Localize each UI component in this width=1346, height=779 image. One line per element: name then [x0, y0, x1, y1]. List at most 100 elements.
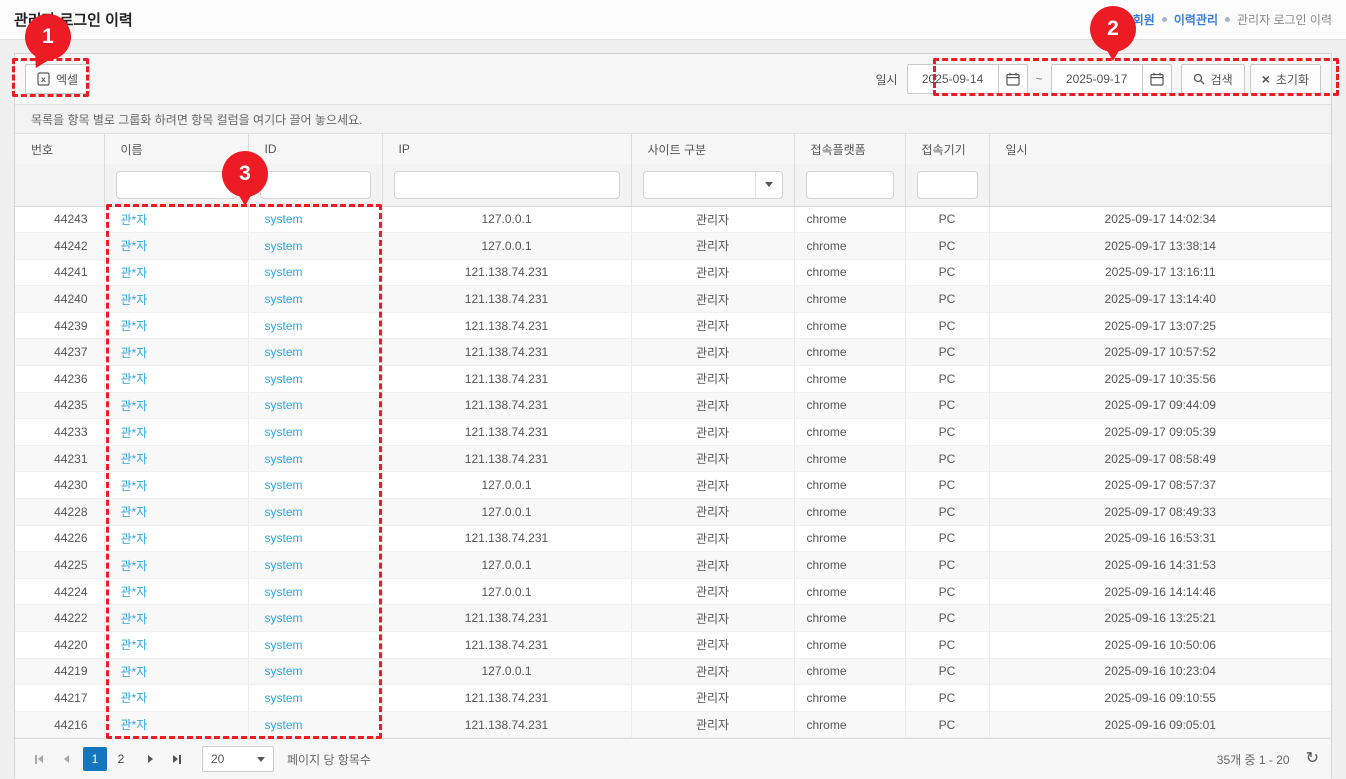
- cell-number: 44242: [15, 233, 104, 260]
- column-header[interactable]: 이름: [104, 134, 248, 164]
- pager-first-button[interactable]: [27, 747, 51, 771]
- search-button[interactable]: 검색: [1181, 64, 1245, 94]
- cell-number: 44222: [15, 605, 104, 632]
- name-link[interactable]: 관*자: [121, 612, 148, 626]
- name-link[interactable]: 관*자: [121, 585, 148, 599]
- name-link[interactable]: 관*자: [121, 638, 148, 652]
- breadcrumb-item[interactable]: 회원: [1133, 11, 1155, 28]
- device-filter-input[interactable]: [917, 171, 978, 199]
- id-link[interactable]: system: [265, 638, 303, 652]
- cell-platform: chrome: [794, 658, 905, 685]
- column-header[interactable]: 사이트 구분: [631, 134, 794, 164]
- group-panel[interactable]: 목록을 항목 별로 그룹화 하려면 항목 컬럼을 여기다 끌어 놓으세요.: [15, 105, 1331, 134]
- id-link[interactable]: system: [265, 531, 303, 545]
- cell-ip: 121.138.74.231: [382, 685, 631, 712]
- column-header[interactable]: 번호: [15, 134, 104, 164]
- cell-ip: 127.0.0.1: [382, 499, 631, 526]
- column-header[interactable]: ID: [248, 134, 382, 164]
- cell-platform: chrome: [794, 419, 905, 446]
- column-header[interactable]: 접속기기: [905, 134, 989, 164]
- id-filter-input[interactable]: [260, 171, 371, 199]
- name-link[interactable]: 관*자: [121, 532, 148, 546]
- excel-export-button[interactable]: x 엑셀: [25, 64, 90, 94]
- name-link[interactable]: 관*자: [121, 505, 148, 519]
- id-link[interactable]: system: [265, 505, 303, 519]
- cell-platform: chrome: [794, 233, 905, 260]
- name-link[interactable]: 관*자: [121, 213, 148, 227]
- filter-cell-device: [905, 164, 989, 206]
- name-link[interactable]: 관*자: [121, 452, 148, 466]
- page-title: 관리자 로그인 이력: [14, 9, 133, 30]
- id-link[interactable]: system: [265, 691, 303, 705]
- id-link[interactable]: system: [265, 398, 303, 412]
- name-link[interactable]: 관*자: [121, 372, 148, 386]
- search-icon: [1193, 73, 1205, 85]
- column-header[interactable]: 접속플랫폼: [794, 134, 905, 164]
- name-link[interactable]: 관*자: [121, 691, 148, 705]
- id-link[interactable]: system: [265, 664, 303, 678]
- cell-ip: 121.138.74.231: [382, 339, 631, 366]
- name-link[interactable]: 관*자: [121, 319, 148, 333]
- pager-page-2[interactable]: 2: [109, 747, 133, 771]
- date-to-calendar-button[interactable]: [1142, 64, 1172, 94]
- date-from-input[interactable]: 2025-09-14: [907, 64, 999, 94]
- cell-name: 관*자: [104, 419, 248, 446]
- cell-ip: 121.138.74.231: [382, 445, 631, 472]
- site-type-filter-select[interactable]: [643, 171, 783, 199]
- name-link[interactable]: 관*자: [121, 426, 148, 440]
- platform-filter-input[interactable]: [806, 171, 894, 199]
- cell-device: PC: [905, 445, 989, 472]
- name-link[interactable]: 관*자: [121, 479, 148, 493]
- id-link[interactable]: system: [265, 718, 303, 732]
- cell-ip: 121.138.74.231: [382, 366, 631, 393]
- name-link[interactable]: 관*자: [121, 718, 148, 732]
- cell-device: PC: [905, 259, 989, 286]
- id-link[interactable]: system: [265, 345, 303, 359]
- pager-next-button[interactable]: [138, 747, 162, 771]
- pager-page-1[interactable]: 1: [83, 747, 107, 771]
- column-header[interactable]: 일시: [989, 134, 1331, 164]
- breadcrumb-item[interactable]: 이력관리: [1174, 11, 1218, 28]
- cell-site-type: 관리자: [631, 445, 794, 472]
- id-link[interactable]: system: [265, 558, 303, 572]
- id-link[interactable]: system: [265, 452, 303, 466]
- id-link[interactable]: system: [265, 319, 303, 333]
- pager-prev-button[interactable]: [54, 747, 78, 771]
- page-size-select[interactable]: 20: [202, 746, 274, 772]
- breadcrumb-item[interactable]: 홈: [1103, 11, 1114, 28]
- id-link[interactable]: system: [265, 239, 303, 253]
- date-to-input[interactable]: 2025-09-17: [1051, 64, 1143, 94]
- id-link[interactable]: system: [265, 372, 303, 386]
- cell-number: 44239: [15, 312, 104, 339]
- cell-name: 관*자: [104, 632, 248, 659]
- grid-toolbar: x 엑셀 일시 2025-09-14 ~ 2025-09-17 검색: [15, 54, 1331, 105]
- id-link[interactable]: system: [265, 425, 303, 439]
- cell-platform: chrome: [794, 392, 905, 419]
- id-link[interactable]: system: [265, 265, 303, 279]
- cell-ip: 121.138.74.231: [382, 392, 631, 419]
- cell-id: system: [248, 286, 382, 313]
- cell-ip: 127.0.0.1: [382, 233, 631, 260]
- name-link[interactable]: 관*자: [121, 293, 148, 307]
- name-filter-input[interactable]: [116, 171, 237, 199]
- cell-datetime: 2025-09-17 13:38:14: [989, 233, 1331, 260]
- id-link[interactable]: system: [265, 478, 303, 492]
- pager-last-button[interactable]: [165, 747, 189, 771]
- ip-filter-input[interactable]: [394, 171, 620, 199]
- name-link[interactable]: 관*자: [121, 559, 148, 573]
- cell-id: system: [248, 685, 382, 712]
- name-link[interactable]: 관*자: [121, 665, 148, 679]
- name-link[interactable]: 관*자: [121, 346, 148, 360]
- name-link[interactable]: 관*자: [121, 266, 148, 280]
- id-link[interactable]: system: [265, 585, 303, 599]
- id-link[interactable]: system: [265, 212, 303, 226]
- id-link[interactable]: system: [265, 611, 303, 625]
- id-link[interactable]: system: [265, 292, 303, 306]
- reset-button[interactable]: × 초기화: [1250, 64, 1321, 94]
- date-from-calendar-button[interactable]: [998, 64, 1028, 94]
- cell-name: 관*자: [104, 552, 248, 579]
- refresh-icon[interactable]: ↻: [1306, 751, 1319, 767]
- column-header[interactable]: IP: [382, 134, 631, 164]
- name-link[interactable]: 관*자: [121, 399, 148, 413]
- name-link[interactable]: 관*자: [121, 239, 148, 253]
